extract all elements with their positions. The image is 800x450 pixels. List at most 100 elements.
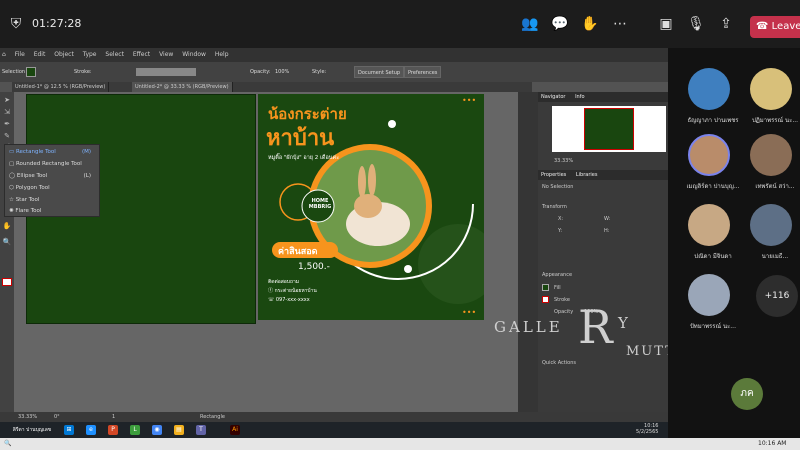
- y-label: Y:: [558, 228, 563, 234]
- artboard-2[interactable]: น้องกระต่าย หาบ้าน หมูติ๊อ "ผักบุ้ง" อาย…: [258, 94, 484, 320]
- pen-tool-icon[interactable]: ✒: [2, 120, 12, 128]
- file-explorer-icon: ▤: [174, 425, 184, 435]
- menu-effect[interactable]: Effect: [133, 51, 150, 58]
- leave-button[interactable]: ☎ Leave: [750, 16, 800, 38]
- menu-window[interactable]: Window: [182, 51, 206, 58]
- opacity-value[interactable]: 100%: [275, 62, 289, 82]
- participant-tile[interactable]: นายเมธี...: [740, 204, 800, 272]
- fill-swatch-panel[interactable]: [542, 284, 549, 291]
- edge-icon: e: [86, 425, 96, 435]
- flyout-rounded-rectangle-tool[interactable]: ▢ Rounded Rectangle Tool: [9, 159, 97, 169]
- participant-tile[interactable]: ธัญญาภา ปานเพชร: [678, 68, 739, 136]
- dots-top: •••: [462, 96, 477, 105]
- more-options-icon[interactable]: ⋯: [610, 14, 630, 34]
- stroke-label: Stroke:: [74, 69, 92, 75]
- menu-object[interactable]: Object: [54, 51, 74, 58]
- arc-dot-2: [388, 120, 396, 128]
- zoom-tool-icon[interactable]: 🔍: [2, 238, 12, 246]
- participants-panel: ธัญญาภา ปานเพชร ปฏิมาพรรณ์ นะ... เมญลิร์…: [668, 48, 800, 438]
- participant-tile-speaking[interactable]: เมญลิร์ดา ปานบุญ...: [678, 134, 740, 202]
- brush-preview[interactable]: [136, 68, 196, 76]
- facebook-icon: ⓕ: [268, 288, 275, 294]
- powerpoint-icon: P: [108, 425, 118, 435]
- document-setup-button[interactable]: Document Setup: [354, 66, 405, 78]
- flyout-polygon-tool[interactable]: ⬡ Polygon Tool: [9, 183, 97, 193]
- menu-type[interactable]: Type: [83, 51, 97, 58]
- avatar: [750, 204, 792, 246]
- tab-untitled-1[interactable]: Untitled-1* @ 12.5 % (RGB/Preview): [12, 82, 110, 92]
- menu-help[interactable]: Help: [215, 51, 229, 58]
- phone-icon: ☏: [268, 297, 276, 303]
- rabbit-head: [354, 194, 382, 218]
- illustrator-icon: Ai: [230, 425, 240, 435]
- direct-selection-icon[interactable]: ⇲: [2, 108, 12, 116]
- menu-select[interactable]: Select: [105, 51, 124, 58]
- preferences-button[interactable]: Preferences: [404, 66, 442, 78]
- search-icon[interactable]: 🔍: [4, 438, 11, 450]
- rabbit-ear-2: [368, 164, 376, 196]
- tab-libraries[interactable]: Libraries: [576, 172, 598, 178]
- participants-icon[interactable]: 👥: [520, 14, 540, 34]
- tab-info[interactable]: Info: [575, 94, 584, 100]
- flyout-star-tool[interactable]: ☆ Star Tool: [9, 195, 97, 205]
- fill-stroke-icon[interactable]: [2, 278, 12, 286]
- system-clock: 10:16 AM: [758, 440, 787, 447]
- participant-tile[interactable]: ปัทมาพรรณ์ นะ...: [678, 274, 738, 342]
- status-tool: Rectangle: [200, 414, 225, 420]
- tab-properties[interactable]: Properties: [541, 172, 566, 178]
- participant-tile[interactable]: ปณิดา มีจินดา: [678, 204, 738, 272]
- tab-navigator[interactable]: Navigator: [541, 94, 565, 100]
- menu-view[interactable]: View: [159, 51, 173, 58]
- pencil-tool-icon[interactable]: ✎: [2, 132, 12, 140]
- avatar: [750, 68, 792, 110]
- navigator-zoom[interactable]: 33.33%: [554, 158, 573, 164]
- mic-off-icon[interactable]: 🎙: [686, 14, 706, 34]
- stroke-swatch-panel[interactable]: [542, 296, 549, 303]
- flyout-ellipse-tool[interactable]: ◯ Ellipse Tool (L): [9, 171, 97, 181]
- meeting-timer: 01:27:28: [32, 17, 82, 30]
- w-label: W:: [604, 216, 611, 222]
- taskbar-user: ลิรีดา ปานบุญเลข: [12, 427, 52, 433]
- menu-file[interactable]: File: [15, 51, 25, 58]
- chrome-icon: ◉: [152, 425, 162, 435]
- quick-actions-heading: Quick Actions: [542, 360, 576, 366]
- control-bar: Selection Stroke: Opacity: 100% Style: D…: [0, 62, 668, 82]
- camera-off-icon[interactable]: ▣: [656, 14, 676, 34]
- x-label: X:: [558, 216, 564, 222]
- price-value: 1,500.-: [298, 262, 330, 272]
- poster-logo-text: HOME MBBRIG: [308, 198, 332, 210]
- more-participants-button[interactable]: +116: [756, 275, 798, 317]
- status-page[interactable]: 1: [112, 412, 115, 422]
- menu-edit[interactable]: Edit: [34, 51, 46, 58]
- opacity-label-panel: Opacity: [554, 309, 574, 315]
- chat-icon[interactable]: 💬: [550, 14, 570, 34]
- selection-tool-icon[interactable]: ➤: [2, 96, 12, 104]
- no-selection: No Selection: [542, 184, 574, 190]
- price-label: ค่าสินสอด: [278, 247, 318, 257]
- fill-swatch[interactable]: [26, 67, 36, 77]
- navigator-preview[interactable]: [552, 106, 666, 152]
- poster-subtitle: หมูติ๊อ "ผักบุ้ง" อายุ 2 เดือนค่ะ: [268, 155, 340, 161]
- deco-circle: [418, 224, 484, 304]
- participant-tile[interactable]: ปฏิมาพรรณ์ นะ...: [740, 68, 800, 136]
- flyout-flare-tool[interactable]: ✺ Flare Tool: [9, 206, 97, 216]
- reactions-icon[interactable]: ✋: [580, 14, 600, 34]
- arc-dot: [404, 265, 412, 273]
- style-label: Style:: [312, 69, 327, 75]
- participant-tile[interactable]: เทพรัตน์ สว่า...: [740, 134, 800, 202]
- hand-tool-icon[interactable]: ✋: [2, 222, 12, 230]
- appearance-heading: Appearance: [542, 272, 573, 278]
- share-icon[interactable]: ⇪: [716, 14, 736, 34]
- transform-heading: Transform: [542, 204, 567, 210]
- status-zoom[interactable]: 33.33%: [18, 412, 37, 422]
- flyout-rectangle-tool[interactable]: ▭ Rectangle Tool (M): [9, 147, 97, 157]
- status-rotation[interactable]: 0°: [54, 412, 60, 422]
- self-avatar[interactable]: ภค: [731, 378, 763, 410]
- selection-label: Selection: [2, 69, 26, 75]
- avatar: [750, 134, 792, 176]
- right-panels: Navigator Info 33.33% Properties Librari…: [518, 92, 668, 424]
- shared-screen: ⌂ File Edit Object Type Select Effect Vi…: [0, 48, 668, 438]
- rounded-rectangle-icon: ▢: [9, 161, 16, 167]
- tab-untitled-2[interactable]: Untitled-2* @ 33.33 % (RGB/Preview): [132, 82, 233, 92]
- home-icon[interactable]: ⌂: [2, 51, 6, 58]
